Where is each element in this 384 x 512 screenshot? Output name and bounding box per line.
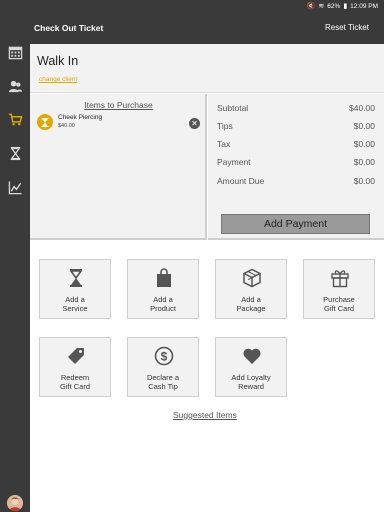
app-bar: Check Out Ticket Reset Ticket <box>0 12 384 44</box>
total-row-amount-due: Amount Due $0.00 <box>217 176 375 188</box>
tile-label-line2: Reward <box>238 382 264 391</box>
tile-label-line2: Gift Card <box>59 382 90 391</box>
item-name: Cheek Piercing <box>58 114 103 121</box>
clients-icon[interactable] <box>7 78 23 94</box>
change-client-link[interactable]: change client <box>39 76 77 83</box>
tile-label-line1: Redeem <box>60 373 90 382</box>
tile-label-line1: Purchase <box>323 295 355 304</box>
total-label: Subtotal <box>217 103 249 113</box>
items-header: Items to Purchase <box>84 100 153 110</box>
tag-icon <box>65 345 87 367</box>
heart-icon <box>241 345 263 367</box>
sidebar <box>0 44 30 512</box>
declare-cash-tip-tile[interactable]: $ Declare a Cash Tip <box>127 337 199 397</box>
tile-label-line1: Declare a <box>146 373 180 382</box>
reset-ticket-button[interactable]: Reset Ticket <box>325 23 369 32</box>
add-package-tile[interactable]: Add a Package <box>215 259 287 319</box>
total-label: Tips <box>217 121 233 131</box>
tile-label-line2: Service <box>62 304 88 313</box>
total-row-tips: Tips $0.00 <box>217 121 375 133</box>
dollar-icon: $ <box>153 345 175 367</box>
status-bar: 🔇 ≋ 62% ▮ 12:09 PM <box>0 0 384 12</box>
hourglass-icon[interactable] <box>7 145 23 161</box>
svg-text:$: $ <box>161 350 168 364</box>
clock: 12:09 PM <box>350 2 378 10</box>
totals-panel: Subtotal $40.00 Tips $0.00 Tax $0.00 Pay… <box>208 94 384 240</box>
tile-label-line2: Package <box>236 304 266 313</box>
add-product-tile[interactable]: Add a Product <box>127 259 199 319</box>
purchase-gift-card-tile[interactable]: Purchase Gift Card <box>303 259 375 319</box>
total-value: $0.00 <box>353 176 375 186</box>
add-service-tile[interactable]: Add a Service <box>39 259 111 319</box>
tile-label-line2: Cash Tip <box>148 382 178 391</box>
total-label: Payment <box>217 157 251 167</box>
gift-icon <box>329 267 351 289</box>
redeem-gift-card-tile[interactable]: Redeem Gift Card <box>39 337 111 397</box>
total-value: $0.00 <box>353 121 375 131</box>
add-loyalty-reward-tile[interactable]: Add Loyalty Reward <box>215 337 287 397</box>
tile-label-line1: Add a <box>153 295 173 304</box>
total-value: $0.00 <box>353 139 375 149</box>
page-title: Check Out Ticket <box>34 23 104 33</box>
total-label: Tax <box>217 139 231 149</box>
total-value: $40.00 <box>349 103 375 113</box>
suggested-items-link[interactable]: Suggested Items <box>173 410 237 420</box>
chart-icon[interactable] <box>7 179 23 195</box>
avatar[interactable] <box>7 495 23 511</box>
battery-level: 62% <box>327 2 341 10</box>
add-payment-button[interactable]: Add Payment <box>221 214 370 234</box>
client-panel: Walk In change client <box>30 44 384 93</box>
tile-label-line1: Add a <box>241 295 261 304</box>
tile-label-line2: Product <box>150 304 176 313</box>
tile-label-line1: Add Loyalty <box>231 373 271 382</box>
tile-label-line1: Add a <box>65 295 85 304</box>
total-value: $0.00 <box>353 157 375 167</box>
items-panel: Items to Purchase Cheek Piercing $40.00 <box>30 94 207 240</box>
total-row-subtotal: Subtotal $40.00 <box>217 103 375 115</box>
hourglass-icon <box>65 267 87 289</box>
total-label: Amount Due <box>217 176 265 186</box>
list-item[interactable]: Cheek Piercing $40.00 <box>30 112 205 132</box>
tile-label-line2: Gift Card <box>323 304 354 313</box>
client-name: Walk In <box>37 54 79 68</box>
calendar-icon[interactable] <box>7 44 23 60</box>
cube-icon <box>241 267 263 289</box>
hourglass-icon <box>37 114 53 130</box>
shopping-bag-icon <box>153 267 175 289</box>
total-row-payment: Payment $0.00 <box>217 157 375 169</box>
item-price: $40.00 <box>58 123 75 129</box>
battery-icon: ▮ <box>343 2 348 10</box>
remove-item-button[interactable]: ✕ <box>189 118 200 129</box>
mute-icon: 🔇 <box>306 2 316 10</box>
total-row-tax: Tax $0.00 <box>217 139 375 151</box>
cart-icon[interactable] <box>7 111 23 127</box>
wifi-icon: ≋ <box>318 2 325 10</box>
